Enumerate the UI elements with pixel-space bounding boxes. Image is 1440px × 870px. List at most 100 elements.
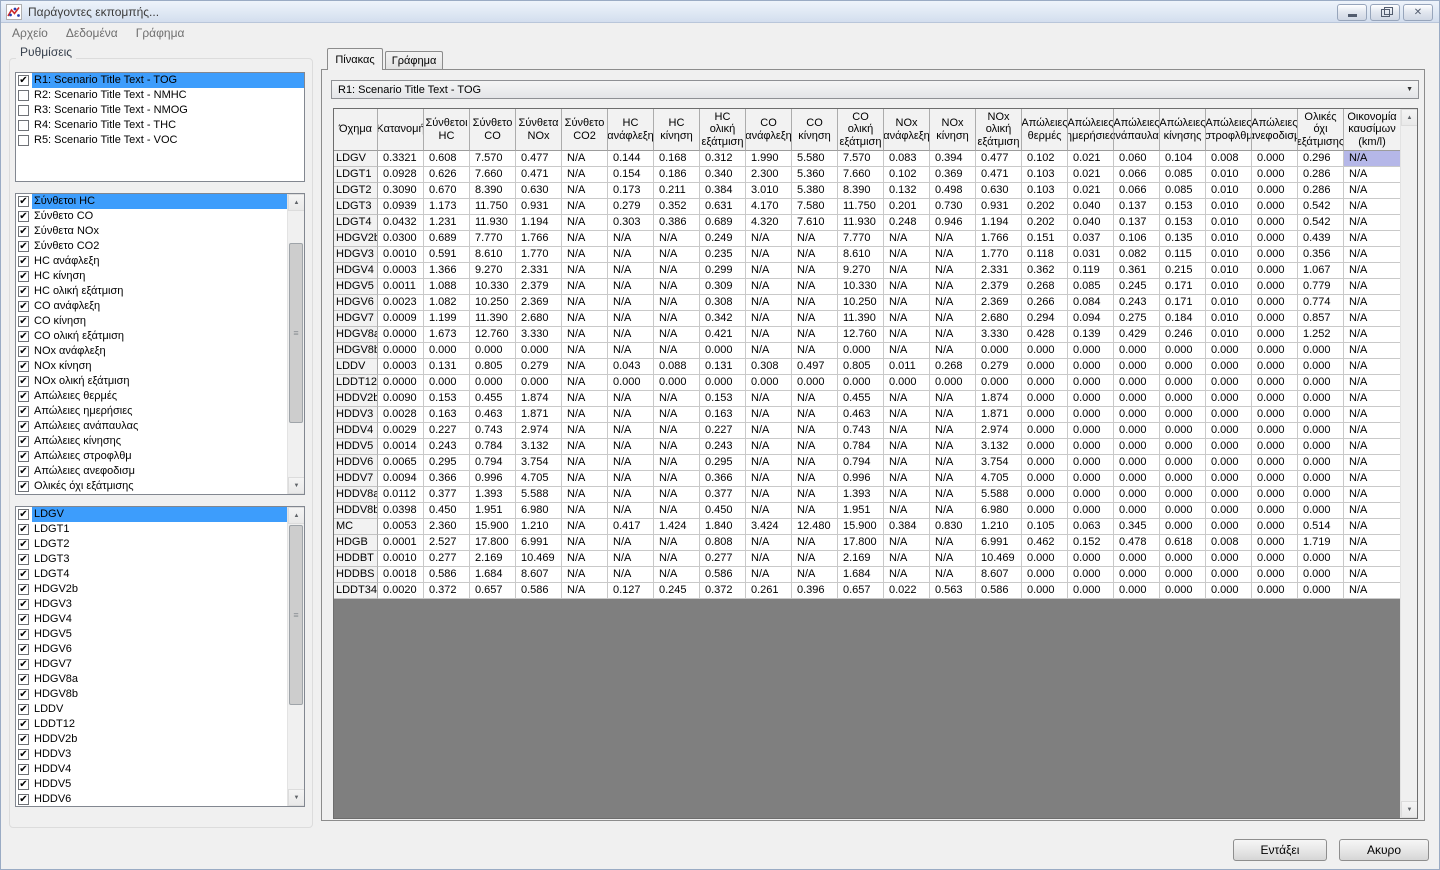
table-cell[interactable]: N/A bbox=[562, 327, 608, 343]
scenario-item[interactable]: ✔ R1: Scenario Title Text - TOG bbox=[16, 73, 304, 88]
table-cell[interactable]: 0.308 bbox=[700, 295, 746, 311]
table-cell[interactable]: 0.105 bbox=[1022, 519, 1068, 535]
pollutant-item[interactable]: ✔ Απώλειες ανεφοδισμ bbox=[16, 464, 287, 479]
table-cell[interactable]: 0.000 bbox=[1114, 503, 1160, 519]
table-cell[interactable]: 0.137 bbox=[1114, 199, 1160, 215]
table-cell[interactable]: 0.000 bbox=[1298, 567, 1344, 583]
table-cell[interactable]: 0.946 bbox=[930, 215, 976, 231]
table-cell[interactable]: 11.750 bbox=[838, 199, 884, 215]
row-header[interactable]: HDGV6 bbox=[334, 295, 378, 311]
table-cell[interactable]: 0.000 bbox=[1252, 519, 1298, 535]
pollutant-item[interactable]: ✔ CO ολική εξάτμιση bbox=[16, 329, 287, 344]
table-cell[interactable]: N/A bbox=[654, 343, 700, 359]
table-cell[interactable]: N/A bbox=[1344, 375, 1401, 391]
table-cell[interactable]: 0.352 bbox=[654, 199, 700, 215]
table-cell[interactable]: 0.000 bbox=[1114, 391, 1160, 407]
table-cell[interactable]: N/A bbox=[562, 487, 608, 503]
table-cell[interactable]: 0.630 bbox=[516, 183, 562, 199]
table-cell[interactable]: 0.342 bbox=[700, 311, 746, 327]
table-cell[interactable]: 5.588 bbox=[516, 487, 562, 503]
table-cell[interactable]: N/A bbox=[792, 535, 838, 551]
table-cell[interactable]: 0.275 bbox=[1114, 311, 1160, 327]
table-cell[interactable]: 0.463 bbox=[838, 407, 884, 423]
vehicle-item[interactable]: ✔ LDGV bbox=[16, 507, 287, 522]
table-cell[interactable]: 8.390 bbox=[838, 183, 884, 199]
table-cell[interactable]: 0.830 bbox=[930, 519, 976, 535]
table-cell[interactable]: N/A bbox=[654, 231, 700, 247]
table-cell[interactable]: 1.840 bbox=[700, 519, 746, 535]
table-cell[interactable]: 2.360 bbox=[424, 519, 470, 535]
table-cell[interactable]: 1.874 bbox=[516, 391, 562, 407]
table-cell[interactable]: 10.330 bbox=[470, 279, 516, 295]
checkbox-checked-icon[interactable]: ✔ bbox=[18, 391, 29, 402]
table-cell[interactable]: 0.429 bbox=[1114, 327, 1160, 343]
table-cell[interactable]: 2.379 bbox=[976, 279, 1022, 295]
table-cell[interactable]: 0.000 bbox=[1252, 327, 1298, 343]
table-cell[interactable]: 0.000 bbox=[792, 375, 838, 391]
table-cell[interactable]: N/A bbox=[562, 295, 608, 311]
table-cell[interactable]: 0.000 bbox=[1160, 439, 1206, 455]
table-cell[interactable]: 0.000 bbox=[1252, 167, 1298, 183]
table-cell[interactable]: 0.000 bbox=[1160, 487, 1206, 503]
table-cell[interactable]: 0.000 bbox=[1206, 583, 1252, 599]
table-cell[interactable]: 1.194 bbox=[516, 215, 562, 231]
table-cell[interactable]: 0.000 bbox=[1068, 343, 1114, 359]
grid-scrollbar[interactable]: ▲ ▼ bbox=[1400, 109, 1417, 818]
row-header[interactable]: HDDV6 bbox=[334, 455, 378, 471]
checkbox-checked-icon[interactable]: ✔ bbox=[18, 481, 29, 492]
table-cell[interactable]: N/A bbox=[562, 167, 608, 183]
checkbox-checked-icon[interactable]: ✔ bbox=[18, 644, 29, 655]
table-cell[interactable]: N/A bbox=[1344, 327, 1401, 343]
table-cell[interactable]: 0.245 bbox=[1114, 279, 1160, 295]
table-cell[interactable]: 0.356 bbox=[1298, 247, 1344, 263]
table-cell[interactable]: 0.794 bbox=[470, 455, 516, 471]
table-cell[interactable]: 0.000 bbox=[1252, 263, 1298, 279]
table-cell[interactable]: 1.719 bbox=[1298, 535, 1344, 551]
table-cell[interactable]: 0.235 bbox=[700, 247, 746, 263]
table-cell[interactable]: 10.469 bbox=[516, 551, 562, 567]
checkbox-checked-icon[interactable]: ✔ bbox=[18, 436, 29, 447]
table-cell[interactable]: N/A bbox=[562, 343, 608, 359]
table-cell[interactable]: 0.0014 bbox=[378, 439, 424, 455]
table-cell[interactable]: N/A bbox=[562, 359, 608, 375]
table-cell[interactable]: 0.0000 bbox=[378, 327, 424, 343]
vehicle-item[interactable]: ✔ HDGV4 bbox=[16, 612, 287, 627]
table-cell[interactable]: N/A bbox=[608, 423, 654, 439]
table-cell[interactable]: 0.0928 bbox=[378, 167, 424, 183]
checkbox-checked-icon[interactable]: ✔ bbox=[18, 509, 29, 520]
pollutant-item[interactable]: ✔ HC ολική εξάτμιση bbox=[16, 284, 287, 299]
table-cell[interactable]: 1.210 bbox=[516, 519, 562, 535]
pollutant-item[interactable]: ✔ NOx κίνηση bbox=[16, 359, 287, 374]
table-cell[interactable]: 8.390 bbox=[470, 183, 516, 199]
table-cell[interactable]: 0.784 bbox=[470, 439, 516, 455]
table-cell[interactable]: 0.626 bbox=[424, 167, 470, 183]
table-cell[interactable]: 0.0300 bbox=[378, 231, 424, 247]
checkbox-checked-icon[interactable]: ✔ bbox=[18, 301, 29, 312]
checkbox-checked-icon[interactable]: ✔ bbox=[18, 764, 29, 775]
table-cell[interactable]: N/A bbox=[884, 343, 930, 359]
column-header[interactable]: HC κίνηση bbox=[654, 109, 700, 151]
table-cell[interactable]: N/A bbox=[1344, 311, 1401, 327]
row-header[interactable]: LDDV bbox=[334, 359, 378, 375]
table-cell[interactable]: 0.000 bbox=[1114, 567, 1160, 583]
table-cell[interactable]: 6.980 bbox=[516, 503, 562, 519]
checkbox-unchecked-icon[interactable] bbox=[18, 135, 29, 146]
row-header[interactable]: HDGV4 bbox=[334, 263, 378, 279]
table-cell[interactable]: 1.199 bbox=[424, 311, 470, 327]
table-cell[interactable]: N/A bbox=[608, 455, 654, 471]
checkbox-checked-icon[interactable]: ✔ bbox=[18, 196, 29, 207]
table-cell[interactable]: N/A bbox=[562, 311, 608, 327]
restore-button[interactable] bbox=[1370, 4, 1400, 21]
table-cell[interactable]: 0.245 bbox=[654, 583, 700, 599]
table-cell[interactable]: 10.330 bbox=[838, 279, 884, 295]
table-cell[interactable]: 0.805 bbox=[838, 359, 884, 375]
table-cell[interactable]: 0.000 bbox=[700, 375, 746, 391]
table-cell[interactable]: 0.000 bbox=[1298, 359, 1344, 375]
pollutant-item[interactable]: ✔ NOx ολική εξάτμιση bbox=[16, 374, 287, 389]
table-cell[interactable]: 2.680 bbox=[976, 311, 1022, 327]
scroll-up-icon[interactable]: ▲ bbox=[288, 507, 304, 524]
table-cell[interactable]: N/A bbox=[1344, 199, 1401, 215]
tab-chart[interactable]: Γράφημα bbox=[385, 51, 443, 70]
pollutant-item[interactable]: ✔ CO ανάφλεξη bbox=[16, 299, 287, 314]
table-cell[interactable]: 0.000 bbox=[1160, 391, 1206, 407]
